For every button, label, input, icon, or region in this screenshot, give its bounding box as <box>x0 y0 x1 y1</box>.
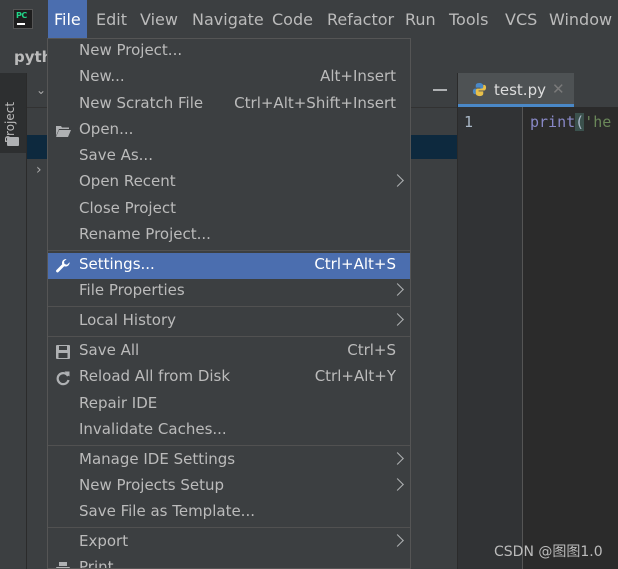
chevron-right-icon <box>391 174 404 187</box>
menu-item-new-scratch-file[interactable]: New Scratch File Ctrl+Alt+Shift+Insert <box>48 92 410 118</box>
menu-item-local-history[interactable]: Local History <box>48 309 410 335</box>
menu-run[interactable]: Run <box>399 0 442 40</box>
line-number: 1 <box>464 113 474 131</box>
menu-item-label: Repair IDE <box>79 394 158 412</box>
chevron-right-icon <box>391 283 404 296</box>
left-tool-strip: Project <box>0 73 27 569</box>
menu-item-label: Save As... <box>79 146 153 164</box>
reload-icon <box>56 371 70 386</box>
menu-item-label: Local History <box>79 311 177 329</box>
file-menu-dropdown: New Project... New... Alt+Insert New Scr… <box>47 38 411 569</box>
menu-item-label: Open Recent <box>79 172 176 190</box>
minimize-icon[interactable] <box>433 89 447 91</box>
python-file-icon <box>472 82 487 97</box>
menu-code[interactable]: Code <box>266 0 319 40</box>
menu-item-manage-ide-settings[interactable]: Manage IDE Settings <box>48 448 410 474</box>
pycharm-logo-icon[interactable]: PC <box>13 9 33 29</box>
menu-item-repair-ide[interactable]: Repair IDE <box>48 392 410 418</box>
chevron-right-icon[interactable]: › <box>36 162 42 178</box>
menu-separator <box>48 306 410 307</box>
menu-item-new-project[interactable]: New Project... <box>48 39 410 65</box>
menu-item-file-properties[interactable]: File Properties <box>48 279 410 305</box>
menu-item-label: New Projects Setup <box>79 476 225 494</box>
editor-tab-bar: test.py ✕ <box>458 73 618 107</box>
print-icon <box>56 562 70 568</box>
menu-item-rename-project[interactable]: Rename Project... <box>48 223 410 249</box>
menu-separator <box>48 336 410 337</box>
tab-test-py[interactable]: test.py ✕ <box>458 73 574 107</box>
menu-file[interactable]: File <box>48 0 87 40</box>
code-keyword: print <box>530 113 576 131</box>
save-icon <box>56 345 70 359</box>
menubar: PC File Edit View Navigate Code Refactor… <box>0 0 618 40</box>
menu-item-label: New Project... <box>79 41 183 59</box>
chevron-right-icon <box>391 313 404 326</box>
menu-separator <box>48 250 410 251</box>
chevron-right-icon <box>391 534 404 547</box>
menu-item-label: Manage IDE Settings <box>79 450 236 468</box>
menu-item-shortcut: Ctrl+Alt+Y <box>314 367 396 385</box>
menu-item-shortcut: Ctrl+Alt+Shift+Insert <box>234 94 396 112</box>
menu-item-export[interactable]: Export <box>48 530 410 556</box>
menu-navigate[interactable]: Navigate <box>186 0 270 40</box>
menu-separator <box>48 445 410 446</box>
menu-item-label: New Scratch File <box>79 94 204 112</box>
menu-item-label: File Properties <box>79 281 185 299</box>
menu-item-new-projects-setup[interactable]: New Projects Setup <box>48 474 410 500</box>
menu-item-save-file-as-template[interactable]: Save File as Template... <box>48 500 410 526</box>
menu-refactor[interactable]: Refactor <box>321 0 400 40</box>
menu-item-label: Invalidate Caches... <box>79 420 227 438</box>
menu-item-label: Reload All from Disk <box>79 367 231 385</box>
menu-item-save-as[interactable]: Save As... <box>48 144 410 170</box>
menu-vcs[interactable]: VCS <box>499 0 543 40</box>
menu-item-open-recent[interactable]: Open Recent <box>48 170 410 196</box>
menu-window[interactable]: Window <box>543 0 618 40</box>
menu-tools[interactable]: Tools <box>443 0 494 40</box>
menu-item-label: Open... <box>79 120 134 138</box>
menu-item-label: New... <box>79 67 125 85</box>
menu-item-new[interactable]: New... Alt+Insert <box>48 65 410 91</box>
code-string: 'he <box>584 113 612 131</box>
menu-separator <box>48 527 410 528</box>
menu-item-label: Settings... <box>79 255 155 273</box>
menu-item-label: Export <box>79 532 129 550</box>
menu-item-label: Close Project <box>79 199 176 217</box>
menu-item-shortcut: Alt+Insert <box>320 67 396 85</box>
chevron-right-icon <box>391 478 404 491</box>
menu-item-reload-all[interactable]: Reload All from Disk Ctrl+Alt+Y <box>48 365 410 391</box>
tab-label: test.py <box>494 81 546 99</box>
menu-item-close-project[interactable]: Close Project <box>48 197 410 223</box>
menu-edit[interactable]: Edit <box>90 0 133 40</box>
menu-item-open[interactable]: Open... <box>48 118 410 144</box>
menu-view[interactable]: View <box>134 0 184 40</box>
menu-item-label: Save All <box>79 341 140 359</box>
menu-item-shortcut: Ctrl+Alt+S <box>314 255 396 273</box>
line-gutter: 1 <box>458 107 523 569</box>
menu-item-save-all[interactable]: Save All Ctrl+S <box>48 339 410 365</box>
folder-icon <box>7 137 19 146</box>
menu-item-label: Print... <box>79 558 128 569</box>
chevron-right-icon <box>391 452 404 465</box>
menu-item-label: Save File as Template... <box>79 502 255 520</box>
menu-item-print[interactable]: Print... <box>48 556 410 569</box>
folder-open-icon <box>56 126 71 137</box>
close-icon[interactable]: ✕ <box>552 80 565 98</box>
code-editor[interactable]: 1 print('he <box>458 107 618 569</box>
project-tool-window-tab[interactable]: Project <box>0 73 26 153</box>
menu-item-settings[interactable]: Settings... Ctrl+Alt+S <box>48 253 410 279</box>
chevron-down-icon[interactable]: ⌄ <box>36 83 46 97</box>
watermark: CSDN @图图1.0 <box>494 544 603 560</box>
code-line[interactable]: print('he <box>530 113 611 131</box>
wrench-icon <box>56 258 70 273</box>
menu-item-invalidate-caches[interactable]: Invalidate Caches... <box>48 418 410 444</box>
menu-item-shortcut: Ctrl+S <box>347 341 396 359</box>
menu-item-label: Rename Project... <box>79 225 211 243</box>
code-paren: ( <box>575 113 585 131</box>
